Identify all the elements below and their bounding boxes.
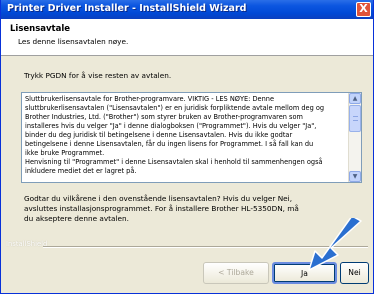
license-line: installeres hvis du velger "Ja" i denne …: [25, 122, 317, 130]
wizard-header: Lisensavtale Les denne lisensavtalen nøy…: [1, 19, 373, 56]
vertical-scrollbar[interactable]: ▲ ▼: [348, 93, 361, 182]
license-line: Henvisning til "Programmet" i denne Lise…: [25, 158, 323, 166]
scroll-up-button[interactable]: ▲: [349, 93, 361, 104]
license-line: inkludere mediet det er lagret på.: [25, 167, 137, 175]
arrow-icon: [308, 218, 362, 271]
window-title: Printer Driver Installer - InstallShield…: [7, 3, 247, 14]
chevron-up-icon: ▲: [352, 95, 358, 102]
license-line: binder du deg juridisk til betingelsene …: [25, 131, 293, 139]
installshield-brand: InstallShield: [6, 240, 48, 248]
instruction-text: Trykk PGDN for å vise resten av avtalen.: [24, 71, 172, 80]
close-button[interactable]: X: [356, 2, 371, 17]
chevron-down-icon: ▼: [352, 173, 358, 180]
question-line: du akseptere denne avtalen.: [24, 214, 129, 223]
title-bar[interactable]: Printer Driver Installer - InstallShield…: [1, 0, 373, 19]
grip-icon: [353, 116, 358, 121]
page-subtitle: Les denne lisensavtalen nøye.: [18, 37, 129, 46]
question-line: avsluttes installasjonsprogrammet. For å…: [24, 204, 299, 213]
question-line: Godtar du vilkårene i den ovenstående li…: [24, 194, 293, 203]
license-line: ikke bruke Programmet.: [25, 149, 105, 157]
license-line: sluttbrukerlisensavtalen ("Lisensavtalen…: [25, 104, 325, 112]
installer-window: Printer Driver Installer - InstallShield…: [0, 0, 374, 294]
page-title: Lisensavtale: [10, 24, 71, 34]
accept-question: Godtar du vilkårene i den ovenstående li…: [24, 194, 324, 224]
license-text: Sluttbrukerlisensavtale for Brother-prog…: [25, 95, 340, 181]
back-button[interactable]: < Tilbake: [203, 262, 269, 284]
close-icon: X: [359, 2, 368, 15]
scroll-thumb[interactable]: [349, 105, 361, 132]
license-textbox[interactable]: Sluttbrukerlisensavtale for Brother-prog…: [21, 92, 362, 183]
scroll-down-button[interactable]: ▼: [349, 171, 361, 182]
license-line: Brother Industries, Ltd. ("Brother") som…: [25, 113, 303, 121]
license-line: Sluttbrukerlisensavtale for Brother-prog…: [25, 95, 275, 103]
license-line: betingelsene i denne Lisensavtalen, får …: [25, 140, 314, 148]
